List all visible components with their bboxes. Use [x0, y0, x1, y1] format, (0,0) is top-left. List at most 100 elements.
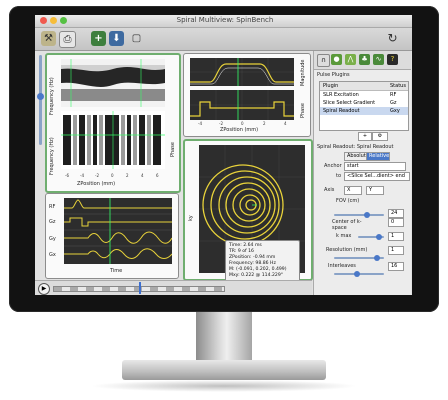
magnitude-pane: Magnitude Phase ZPosition (mm) -4 -2 0 2… [183, 53, 311, 137]
frequency-phase-pane: Frequency (Hz) Frequency (Hz) Phase ZPos… [45, 53, 181, 193]
frequency-label-top: Frequency (Hz) [49, 77, 55, 115]
to-select[interactable]: <Slice Sel...dient> end [344, 172, 410, 181]
tools-icon[interactable]: ⚒ [41, 31, 56, 46]
window-title: Spiral Multiview: SpinBench [176, 16, 274, 24]
x-tick: 0 [111, 173, 114, 178]
monitor-stand-base [122, 360, 326, 380]
zoom-window-button[interactable] [60, 17, 67, 24]
tissue-icon[interactable]: ♣ [359, 54, 370, 65]
anchor-select[interactable]: start [344, 162, 406, 171]
kmax-label: k max [336, 233, 352, 239]
readout-title: Spiral Readout: Spiral Readout [317, 144, 394, 150]
x-tick: 6 [156, 173, 159, 178]
timeline-bar: ▶ [35, 280, 312, 295]
magnitude-xlabel: ZPosition (mm) [220, 127, 259, 133]
axis-y-select[interactable]: Y [366, 186, 384, 195]
close-window-button[interactable] [40, 17, 47, 24]
right-panel: ∩ ● ⋀ ♣ ∿ ? Pulse Plugins Plugin Status … [313, 51, 411, 295]
app-window: Spiral Multiview: SpinBench ⚒ ⎙ + ⬇ ▢ ↻ … [35, 15, 412, 295]
magnitude-plot [190, 58, 294, 86]
slider-knob[interactable] [37, 93, 44, 100]
status-header: Status [390, 83, 406, 89]
slider-knob[interactable] [374, 255, 380, 261]
minimize-window-button[interactable] [50, 17, 57, 24]
resolution-slider[interactable] [334, 255, 384, 261]
magnitude-label: Magnitude [300, 59, 306, 87]
x-tick: 4 [141, 173, 144, 178]
gz-label: Gz [49, 219, 56, 225]
interleaves-slider[interactable] [334, 271, 384, 277]
to-label: to [336, 173, 342, 179]
view-icon-row: ∩ ● ⋀ ♣ ∿ ? [314, 51, 411, 70]
tooltip-mxy: Mxy: 0.222 @ 114.229° [229, 273, 284, 279]
monitor-stand-neck [196, 312, 252, 366]
plugin-table: Plugin Status SLR Excitation RF Slice Se… [319, 81, 409, 131]
frequency-label-bottom: Frequency (Hz) [49, 137, 55, 175]
time-label: Time [110, 268, 123, 274]
print-icon[interactable]: ⎙ [59, 31, 76, 48]
phase-heatmap [61, 111, 165, 169]
timeline-cursor[interactable] [139, 282, 141, 294]
save-icon[interactable]: ⬇ [109, 31, 124, 46]
kmax-field[interactable]: 1 [388, 232, 404, 241]
interleaves-field[interactable]: 16 [388, 262, 404, 271]
waveform-icon[interactable]: ∿ [373, 54, 384, 65]
fov-field[interactable]: 24 [388, 209, 404, 218]
plugin-table-header: Plugin Status [320, 82, 408, 91]
table-row-selected[interactable]: Spiral Readout Gxy [320, 107, 408, 115]
gx-label: Gx [49, 252, 56, 258]
axis-label: Axis [324, 187, 335, 193]
magnitude-heatmap [61, 59, 165, 107]
ky-label: ky [188, 215, 194, 221]
x-tick: -4 [80, 173, 84, 178]
vertical-slider[interactable] [37, 55, 44, 145]
lock-icon[interactable]: ▢ [129, 31, 144, 46]
slider-knob[interactable] [364, 212, 370, 218]
x-tick: 2 [263, 121, 266, 126]
fov-label: FOV (cm) [336, 198, 360, 204]
waveforms-plot [64, 198, 173, 264]
tab-absolute[interactable]: Absolute [344, 152, 369, 161]
pulse-icon[interactable]: ⋀ [345, 54, 356, 65]
anchor-label: Anchor [324, 163, 342, 169]
add-icon[interactable]: + [91, 31, 106, 46]
phase-plot [190, 90, 294, 120]
slider-knob[interactable] [376, 234, 382, 240]
fov-slider[interactable] [334, 212, 384, 218]
table-row[interactable]: SLR Excitation RF [320, 91, 408, 99]
help-icon[interactable]: ? [387, 54, 398, 65]
center-field[interactable]: 0 [388, 218, 404, 227]
toolbar: ⚒ ⎙ + ⬇ ▢ ↻ [35, 28, 412, 51]
zposition-label: ZPosition (mm) [77, 181, 116, 187]
gradient-waveforms-pane: RF Gz Gy Gx Time [45, 193, 179, 279]
phase-label: Phase [170, 142, 176, 157]
kmax-slider[interactable] [358, 234, 384, 240]
slider-knob[interactable] [354, 271, 360, 277]
plugin-options-gear-icon[interactable]: ⚙ [372, 132, 388, 141]
resolution-field[interactable]: 1 [388, 246, 404, 255]
x-tick: 4 [284, 121, 287, 126]
x-tick: -2 [219, 121, 223, 126]
x-tick: 0 [241, 121, 244, 126]
tab-relative[interactable]: Relative [366, 152, 390, 161]
plugin-header: Plugin [323, 83, 339, 89]
resolution-label: Resolution (mm) [326, 247, 368, 253]
x-tick: -6 [65, 173, 69, 178]
pulse-plugins-title: Pulse Plugins [317, 72, 350, 78]
rf-label: RF [49, 204, 56, 210]
gy-label: Gy [49, 236, 56, 242]
interleaves-label: Interleaves [328, 263, 356, 269]
stand-shadow [90, 380, 358, 392]
sequence-icon[interactable]: ● [331, 54, 342, 65]
axis-x-select[interactable]: X [344, 186, 362, 195]
play-button[interactable]: ▶ [38, 283, 50, 295]
center-label: Center of k-space [332, 219, 362, 231]
add-plugin-button[interactable]: + [358, 132, 372, 141]
magnet-icon[interactable]: ∩ [317, 54, 330, 67]
refresh-icon[interactable]: ↻ [385, 31, 400, 46]
x-tick: 2 [126, 173, 129, 178]
x-tick: -4 [198, 121, 202, 126]
phase-label-right: Phase [300, 103, 306, 118]
table-row[interactable]: Slice Select Gradient Gz [320, 99, 408, 107]
title-bar: Spiral Multiview: SpinBench [35, 15, 412, 28]
